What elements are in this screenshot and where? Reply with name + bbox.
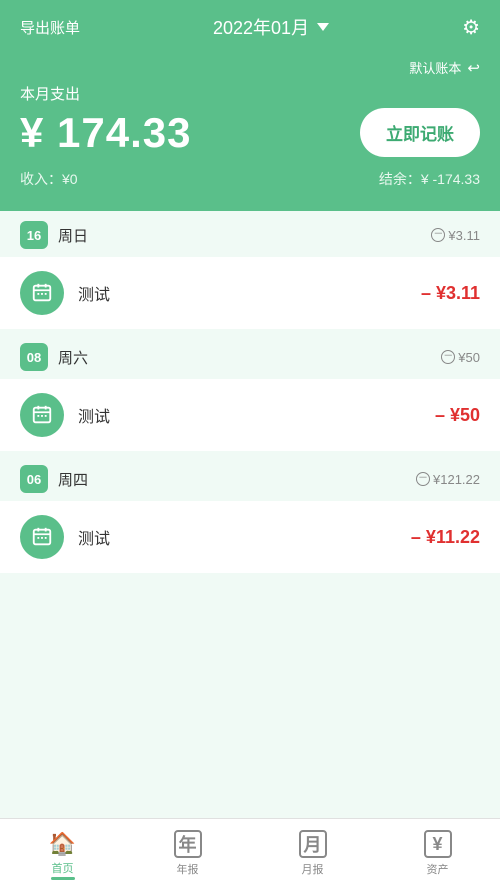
- transaction-amount: – ¥50: [435, 405, 480, 426]
- nav-annual-label: 年报: [177, 861, 199, 877]
- chevron-down-icon: [317, 23, 329, 31]
- transaction-label: 测试: [78, 281, 421, 305]
- default-account-label: 默认账本: [409, 58, 461, 77]
- summary-footer: 收入：¥0 结余：¥ -174.33: [20, 169, 480, 189]
- day-badge: 16: [20, 221, 48, 249]
- transaction-category-icon: [20, 515, 64, 559]
- day-total: －¥121.22: [416, 472, 480, 487]
- amount-row: ¥ 174.33 立即记账: [20, 108, 480, 157]
- nav-monthly[interactable]: 月 月报: [250, 822, 375, 885]
- day-weekday: 周六: [58, 347, 441, 368]
- nav-monthly-label: 月报: [302, 861, 324, 877]
- balance-label: 结余：¥ -174.33: [379, 169, 480, 189]
- app-header: 导出账单 2022年01月 ⚙: [0, 0, 500, 50]
- day-total: －¥50: [441, 350, 480, 365]
- day-header-06: 06 周四－¥121.22: [0, 455, 500, 501]
- nav-assets[interactable]: ¥ 资产: [375, 822, 500, 885]
- minus-circle-icon: －: [441, 350, 455, 364]
- day-group-06: 06 周四－¥121.22 测试– ¥11.22: [0, 455, 500, 573]
- day-weekday: 周四: [58, 469, 416, 490]
- refresh-icon: ↩: [467, 59, 480, 77]
- transaction-label: 测试: [78, 403, 435, 427]
- settings-icon[interactable]: ⚙: [462, 15, 480, 40]
- transaction-item[interactable]: 测试– ¥50: [0, 379, 500, 451]
- month-label: 2022年01月: [213, 14, 309, 40]
- account-row: 默认账本 ↩: [20, 58, 480, 77]
- transaction-label: 测试: [78, 525, 411, 549]
- default-account[interactable]: 默认账本 ↩: [409, 58, 480, 77]
- transaction-item[interactable]: 测试– ¥3.11: [0, 257, 500, 329]
- day-total-amount: ¥121.22: [433, 472, 480, 487]
- monthly-icon: 月: [299, 830, 327, 858]
- annual-icon: 年: [174, 830, 202, 858]
- day-total-amount: ¥3.11: [448, 228, 480, 243]
- assets-icon: ¥: [424, 830, 452, 858]
- day-header-08: 08 周六－¥50: [0, 333, 500, 379]
- nav-annual[interactable]: 年 年报: [125, 822, 250, 885]
- transaction-item[interactable]: 测试– ¥11.22: [0, 501, 500, 573]
- income-label: 收入：¥0: [20, 169, 78, 189]
- day-total-amount: ¥50: [458, 350, 480, 365]
- transaction-category-icon: [20, 393, 64, 437]
- day-badge: 08: [20, 343, 48, 371]
- summary-card: 默认账本 ↩ 本月支出 ¥ 174.33 立即记账 收入：¥0 结余：¥ -17…: [0, 50, 500, 211]
- export-button[interactable]: 导出账单: [20, 17, 80, 38]
- record-button[interactable]: 立即记账: [360, 108, 480, 157]
- day-badge: 06: [20, 465, 48, 493]
- day-group-08: 08 周六－¥50 测试– ¥50: [0, 333, 500, 451]
- bottom-navigation: 🏠 首页 年 年报 月 月报 ¥ 资产: [0, 818, 500, 888]
- nav-assets-label: 资产: [427, 861, 449, 877]
- expense-label: 本月支出: [20, 83, 480, 104]
- minus-circle-icon: －: [431, 228, 445, 242]
- nav-home-label: 首页: [52, 860, 74, 876]
- day-header-16: 16 周日－¥3.11: [0, 211, 500, 257]
- transaction-list: 16周日－¥3.11 测试– ¥3.1108周六－¥50 测试– ¥5006周四…: [0, 211, 500, 657]
- day-weekday: 周日: [58, 225, 431, 246]
- day-total: －¥3.11: [431, 228, 480, 243]
- day-group-16: 16 周日－¥3.11 测试– ¥3.11: [0, 211, 500, 329]
- nav-home[interactable]: 🏠 首页: [0, 823, 125, 884]
- home-icon: 🏠: [49, 831, 76, 857]
- total-amount: ¥ 174.33: [20, 109, 192, 157]
- month-selector[interactable]: 2022年01月: [213, 14, 329, 40]
- transaction-amount: – ¥3.11: [421, 283, 480, 304]
- transaction-amount: – ¥11.22: [411, 527, 480, 548]
- minus-circle-icon: －: [416, 472, 430, 486]
- transaction-category-icon: [20, 271, 64, 315]
